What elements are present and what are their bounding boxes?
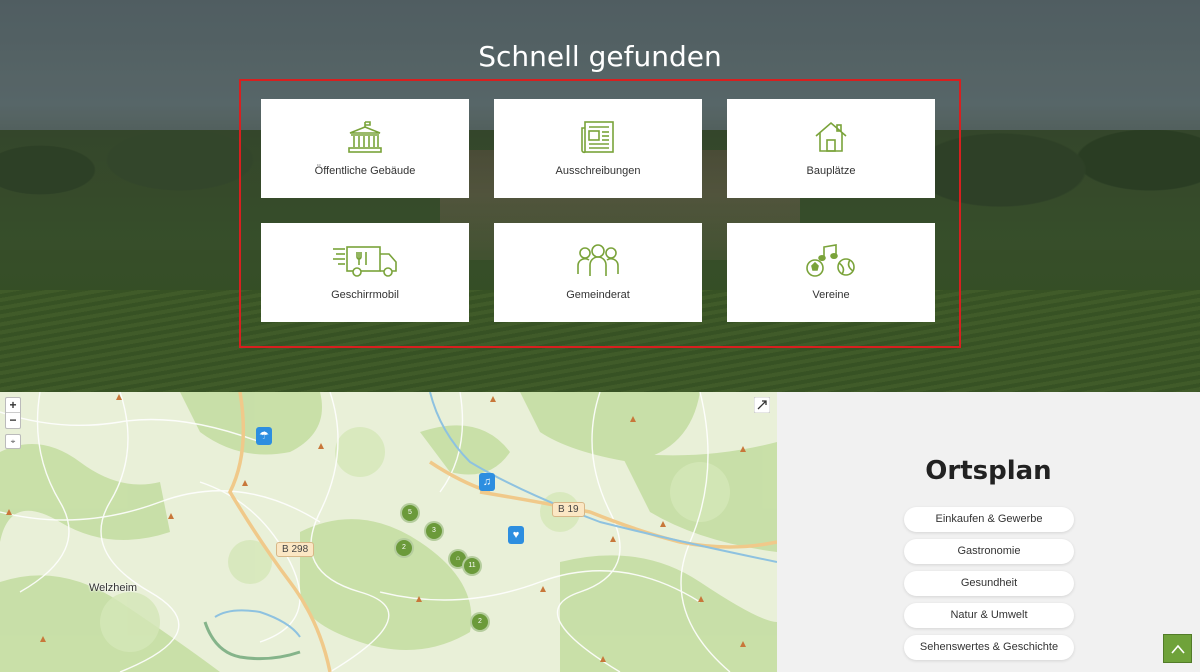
road-label-b298: B 298: [276, 542, 315, 557]
category-natur-umwelt[interactable]: Natur & Umwelt: [904, 603, 1074, 628]
map-pin-heart[interactable]: ♥: [508, 526, 524, 544]
tile-vereine[interactable]: Vereine: [727, 223, 935, 322]
zoom-in-button[interactable]: +: [6, 398, 20, 413]
map-pin-beach[interactable]: ☂: [256, 427, 272, 445]
marker-cluster[interactable]: 2: [394, 538, 414, 558]
fullscreen-button[interactable]: [753, 396, 771, 418]
zoom-control: + −: [5, 397, 21, 429]
newspaper-icon: [581, 119, 615, 155]
tile-label: Öffentliche Gebäude: [314, 165, 416, 177]
locate-button[interactable]: ⌖: [5, 434, 21, 449]
map-pin-music[interactable]: ♫: [479, 473, 495, 491]
ortsplan-panel: Ortsplan Einkaufen & Gewerbe Gastronomie…: [777, 392, 1200, 672]
marker-cluster[interactable]: 2: [470, 612, 490, 632]
heart-icon: ♥: [512, 529, 520, 541]
category-sehenswertes-geschichte[interactable]: Sehenswertes & Geschichte: [904, 635, 1074, 660]
building-icon: [347, 119, 383, 155]
expand-icon: [753, 396, 771, 414]
music-sports-icon: [806, 243, 856, 279]
hero-title: Schnell gefunden: [478, 40, 722, 73]
tile-label: Ausschreibungen: [555, 165, 641, 177]
tile-label: Geschirrmobil: [331, 289, 399, 301]
tile-label: Gemeinderat: [566, 289, 630, 301]
scroll-to-top-button[interactable]: [1163, 634, 1192, 663]
place-label-welzheim: Welzheim: [89, 582, 138, 594]
tile-label: Bauplätze: [806, 165, 856, 177]
map-panel[interactable]: + − ⌖ B 19 B 298 Welzheim 5 3 2 ⌂ 11 2 ☂…: [0, 392, 777, 672]
map-tiles: [0, 392, 777, 672]
ortsplan-title: Ortsplan: [925, 456, 1052, 486]
road-label-b19: B 19: [552, 502, 585, 517]
category-gesundheit[interactable]: Gesundheit: [904, 571, 1074, 596]
category-einkaufen-gewerbe[interactable]: Einkaufen & Gewerbe: [904, 507, 1074, 532]
cluster-icon: ⌂: [455, 555, 461, 562]
truck-icon: [332, 243, 398, 279]
tile-label: Vereine: [812, 289, 850, 301]
house-icon: [814, 119, 848, 155]
category-gastronomie[interactable]: Gastronomie: [904, 539, 1074, 564]
tile-ausschreibungen[interactable]: Ausschreibungen: [494, 99, 702, 198]
tile-oeffentliche-gebaeude[interactable]: Öffentliche Gebäude: [261, 99, 469, 198]
music-note-icon: ♫: [482, 476, 492, 488]
umbrella-icon: ☂: [259, 430, 269, 442]
marker-cluster[interactable]: 5: [400, 503, 420, 523]
tile-geschirrmobil[interactable]: Geschirrmobil: [261, 223, 469, 322]
marker-cluster[interactable]: 11: [462, 556, 482, 576]
zoom-out-button[interactable]: −: [6, 413, 20, 428]
people-icon: [576, 243, 620, 279]
marker-cluster[interactable]: 3: [424, 521, 444, 541]
tile-bauplaetze[interactable]: Bauplätze: [727, 99, 935, 198]
tile-gemeinderat[interactable]: Gemeinderat: [494, 223, 702, 322]
chevron-up-icon: [1170, 644, 1185, 654]
